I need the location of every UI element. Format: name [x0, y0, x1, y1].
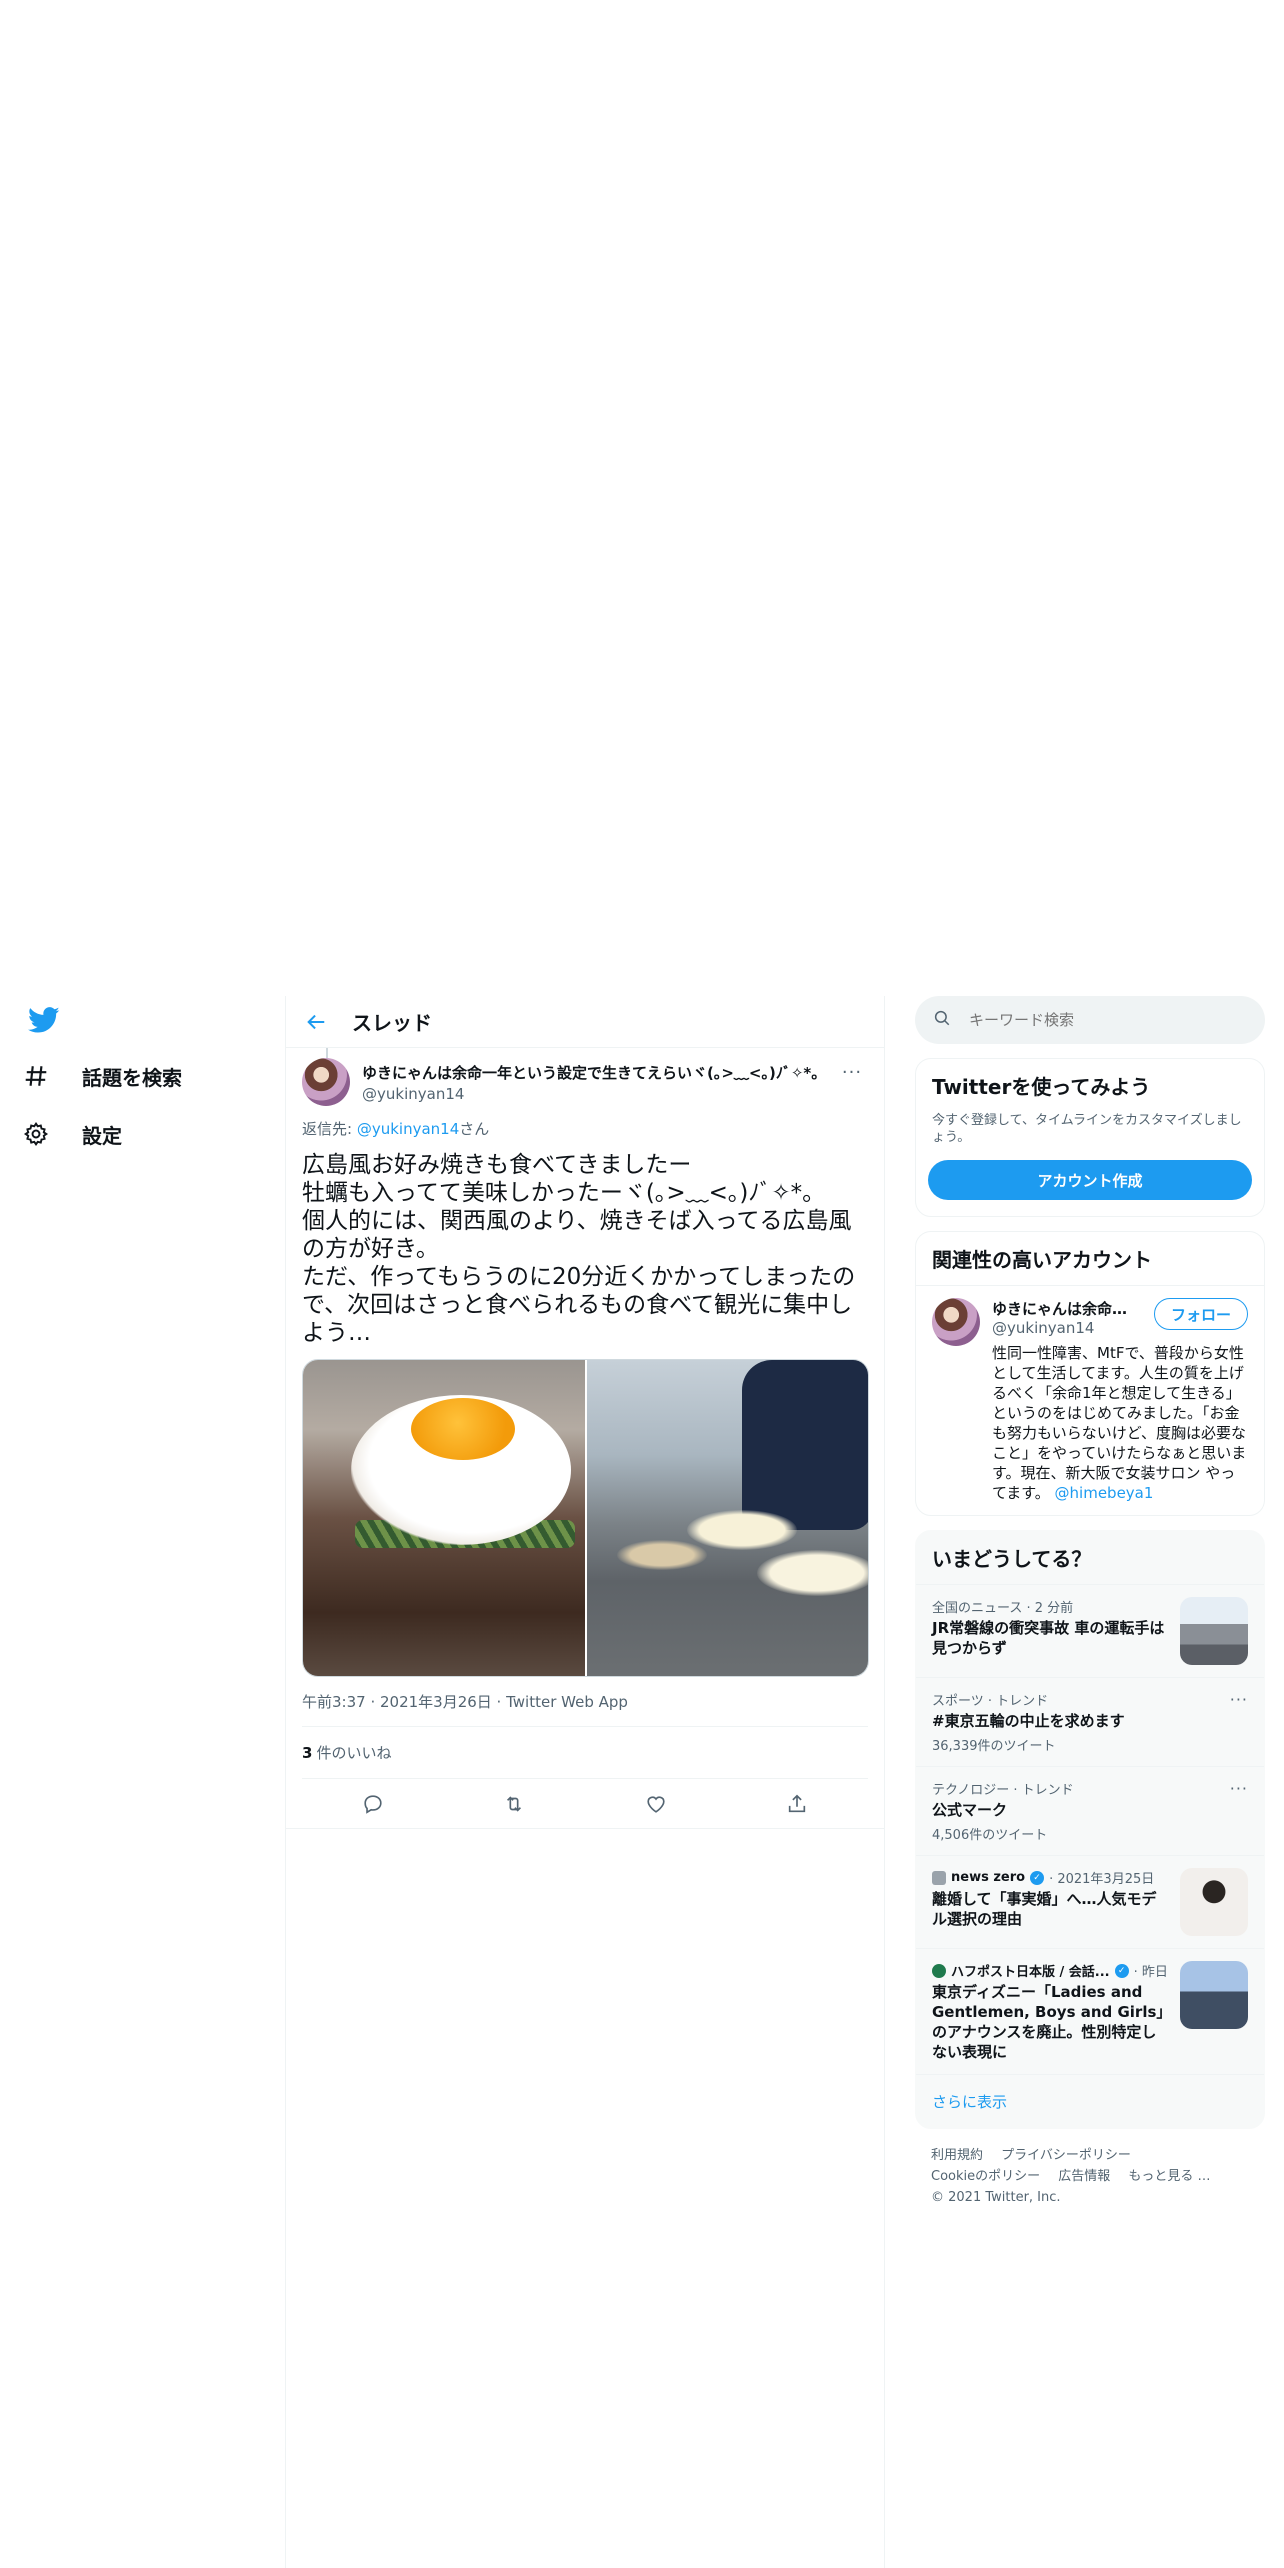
relevant-account-handle[interactable]: @yukinyan14 — [992, 1319, 1142, 1337]
share-icon[interactable] — [779, 1786, 815, 1822]
thread-header: スレッド — [286, 996, 884, 1048]
gear-icon — [12, 1110, 60, 1158]
trend-source-name: ハフポスト日本版 / 会話... — [951, 1965, 1110, 1980]
trend-source-date: · 2021年3月25日 — [1049, 1872, 1155, 1887]
trend-item[interactable]: ハフポスト日本版 / 会話... ✓ · 昨日 東京ディズニー「Ladies a… — [916, 1948, 1264, 2074]
reply-handle-link[interactable]: @yukinyan14 — [357, 1120, 459, 1138]
trend-thumbnail — [1180, 1597, 1248, 1665]
trend-source: ハフポスト日本版 / 会話... ✓ · 昨日 — [932, 1961, 1168, 1980]
relevant-account-name[interactable]: ゆきにゃんは余命一年という設定で生きてえらい — [992, 1298, 1142, 1319]
footer-cookie-link[interactable]: Cookieのポリシー — [931, 2169, 1040, 2184]
trend-source-name: news zero — [951, 1870, 1026, 1885]
bio-mention-link[interactable]: @himebeya1 — [1055, 1484, 1154, 1502]
author-names: ゆきにゃんは余命一年という設定で生きてえらいヾ(｡>﹏<｡)ﾉﾞ✧*。 @yuk… — [362, 1058, 836, 1103]
reply-context: 返信先: @yukinyan14さん — [302, 1118, 868, 1139]
avatar[interactable] — [302, 1058, 350, 1106]
huffpost-logo-icon — [932, 1963, 946, 1978]
relevant-account-bio-text: 性同一性障害、MtFで、普段から女性として生活してます。人生の質を上げるべく「余… — [992, 1344, 1247, 1502]
signup-title: Twitterを使ってみよう — [932, 1075, 1151, 1099]
hashtag-icon — [12, 1052, 60, 1100]
likes-label: 件のいいね — [316, 1744, 392, 1762]
trend-thumbnail — [1180, 1961, 1248, 2029]
trends-title: いまどうしてる？ — [932, 1547, 1092, 1571]
like-heart-icon[interactable] — [638, 1786, 674, 1822]
right-sidebar: Twitterを使ってみよう 今すぐ登録して、タイムラインをカスタマイズしましょ… — [915, 996, 1265, 2224]
relevant-accounts-title: 関連性の高いアカウント — [932, 1248, 1152, 1272]
more-options-icon[interactable]: ··· — [836, 1056, 868, 1088]
trend-category: スポーツ · トレンド — [932, 1694, 1049, 1709]
signup-subtitle: 今すぐ登録して、タイムラインをカスタマイズしましょう。 — [932, 1113, 1242, 1145]
create-account-button[interactable]: アカウント作成 — [928, 1160, 1252, 1200]
nav-explore[interactable]: 話題を検索 — [24, 1052, 182, 1100]
trend-item[interactable]: 全国のニュース · 2 分前 JR常磐線の衝突事故 車の運転手は見つからず — [916, 1584, 1264, 1677]
relevant-account-bio: 性同一性障害、MtFで、普段から女性として生活してます。人生の質を上げるべく「余… — [992, 1343, 1248, 1503]
trend-source: news zero ✓ · 2021年3月25日 — [932, 1868, 1168, 1887]
follow-button[interactable]: フォロー — [1153, 1298, 1248, 1330]
reply-suffix: さん — [459, 1120, 490, 1138]
twitter-logo-icon[interactable] — [28, 1004, 64, 1040]
nav-settings[interactable]: 設定 — [23, 1110, 122, 1158]
trend-item[interactable]: テクノロジー · トレンド 公式マーク 4,506件のツイート ··· — [916, 1766, 1264, 1855]
back-arrow-icon[interactable] — [302, 1008, 330, 1036]
thread-connector-line — [326, 1048, 328, 1058]
trend-title: 東京ディズニー「Ladies and Gentlemen, Boys and G… — [932, 1983, 1164, 2061]
footer-terms-link[interactable]: 利用規約 — [931, 2148, 983, 2163]
relevant-account-names: ゆきにゃんは余命一年という設定で生きてえらい @yukinyan14 — [992, 1298, 1142, 1337]
relevant-account[interactable]: ゆきにゃんは余命一年という設定で生きてえらい @yukinyan14 フォロー … — [916, 1285, 1264, 1515]
relevant-account-top: ゆきにゃんは余命一年という設定で生きてえらい @yukinyan14 フォロー — [992, 1298, 1248, 1337]
more-options-icon[interactable]: ··· — [1230, 1779, 1248, 1843]
trends-card: いまどうしてる？ 全国のニュース · 2 分前 JR常磐線の衝突事故 車の運転手… — [915, 1530, 1265, 2129]
photo-okonomiyaki[interactable] — [303, 1360, 585, 1676]
search-icon — [933, 1009, 951, 1031]
footer-copyright: © 2021 Twitter, Inc. — [931, 2190, 1061, 2205]
tweet-actions — [286, 1779, 884, 1829]
photo-teppan-cooking[interactable] — [586, 1360, 868, 1676]
relevant-account-body: ゆきにゃんは余命一年という設定で生きてえらい @yukinyan14 フォロー … — [992, 1298, 1248, 1503]
tweet-author: ゆきにゃんは余命一年という設定で生きてえらいヾ(｡>﹏<｡)ﾉﾞ✧*。 @yuk… — [302, 1048, 868, 1110]
tweet-timestamp[interactable]: 午前3:37 · 2021年3月26日 · Twitter Web App — [302, 1691, 868, 1727]
verified-badge-icon: ✓ — [1030, 1870, 1045, 1885]
tweet-stats[interactable]: 3 件のいいね — [302, 1727, 868, 1779]
trend-category: 全国のニュース · 2 分前 — [932, 1601, 1074, 1616]
news-zero-logo-icon — [932, 1870, 946, 1885]
trend-tweet-count: 36,339件のツイート — [932, 1739, 1056, 1754]
relevant-accounts-card: 関連性の高いアカウント ゆきにゃんは余命一年という設定で生きてえらい @yuki… — [915, 1231, 1265, 1516]
trend-title: 公式マーク — [932, 1801, 1008, 1819]
retweet-icon[interactable] — [496, 1786, 532, 1822]
author-handle[interactable]: @yukinyan14 — [362, 1085, 836, 1103]
trend-item[interactable]: news zero ✓ · 2021年3月25日 離婚して「事実婚」へ…人気モデ… — [916, 1855, 1264, 1948]
nav-settings-label: 設定 — [82, 1123, 122, 1148]
signup-card: Twitterを使ってみよう 今すぐ登録して、タイムラインをカスタマイズしましょ… — [915, 1058, 1265, 1217]
tweet: ゆきにゃんは余命一年という設定で生きてえらいヾ(｡>﹏<｡)ﾉﾞ✧*。 @yuk… — [286, 1048, 884, 1829]
trend-item[interactable]: スポーツ · トレンド #東京五輪の中止を求めます 36,339件のツイート ·… — [916, 1677, 1264, 1766]
footer: 利用規約 プライバシーポリシー Cookieのポリシー 広告情報 もっと見る …… — [915, 2129, 1265, 2224]
trend-category: テクノロジー · トレンド — [932, 1783, 1074, 1798]
more-options-icon[interactable]: ··· — [1230, 1690, 1248, 1754]
trend-thumbnail — [1180, 1868, 1248, 1936]
tweet-media — [302, 1359, 869, 1677]
reply-icon[interactable] — [355, 1786, 391, 1822]
trend-source-date: · 昨日 — [1133, 1965, 1168, 1980]
footer-privacy-link[interactable]: プライバシーポリシー — [1001, 2148, 1131, 2163]
footer-more-link[interactable]: もっと見る … — [1128, 2169, 1210, 2184]
avatar[interactable] — [932, 1298, 980, 1346]
search-input[interactable] — [969, 1011, 1229, 1029]
trend-title: JR常磐線の衝突事故 車の運転手は見つからず — [932, 1619, 1165, 1657]
tweet-text: 広島風お好み焼きも食べてきましたー 牡蠣も入ってて美味しかったーヾ(｡>﹏<｡)… — [302, 1152, 856, 1346]
footer-ads-link[interactable]: 広告情報 — [1058, 2169, 1110, 2184]
verified-badge-icon: ✓ — [1114, 1963, 1129, 1978]
trend-tweet-count: 4,506件のツイート — [932, 1828, 1048, 1843]
page-title: スレッド — [352, 1011, 432, 1035]
show-more-link[interactable]: さらに表示 — [916, 2074, 1264, 2128]
search-bar[interactable] — [915, 996, 1265, 1044]
trend-title: 離婚して「事実婚」へ…人気モデル選択の理由 — [932, 1890, 1157, 1928]
trend-title: #東京五輪の中止を求めます — [932, 1712, 1125, 1730]
nav-explore-label: 話題を検索 — [82, 1065, 182, 1090]
likes-count: 3 — [302, 1743, 313, 1762]
thread-column: スレッド ゆきにゃんは余命一年という設定で生きてえらいヾ(｡>﹏<｡)ﾉﾞ✧*。… — [285, 996, 885, 2568]
reply-prefix: 返信先: — [302, 1120, 357, 1138]
author-display-name[interactable]: ゆきにゃんは余命一年という設定で生きてえらいヾ(｡>﹏<｡)ﾉﾞ✧*。 — [362, 1062, 836, 1083]
